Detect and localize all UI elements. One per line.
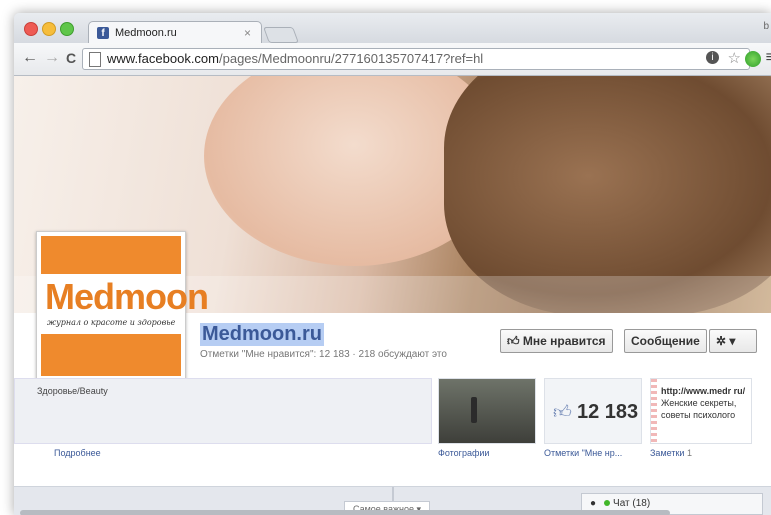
reload-button[interactable]: C bbox=[66, 50, 76, 66]
like-button[interactable]: 👍︎ Мне нравится bbox=[500, 329, 613, 353]
about-box: Здоровье/Beauty bbox=[14, 378, 432, 444]
tab-title: Medmoon.ru bbox=[115, 27, 177, 39]
browser-toolbar: ← → C www.facebook.com/pages/Medmoonru/2… bbox=[14, 43, 771, 76]
notes-tile[interactable]: http://www.medr ru/ Женские секреты, сов… bbox=[650, 378, 752, 444]
likes-tile[interactable]: 👍︎ 12 183 bbox=[544, 378, 642, 444]
notes-count: 1 bbox=[686, 448, 692, 458]
notes-stripe bbox=[651, 379, 657, 443]
logo-slogan: журнал о красоте и здоровье bbox=[47, 318, 176, 327]
new-tab-button[interactable] bbox=[263, 27, 299, 43]
bookmark-star-icon[interactable]: ☆ bbox=[728, 49, 741, 67]
zoom-window-button[interactable] bbox=[60, 22, 74, 36]
menu-icon[interactable]: ≡ bbox=[766, 49, 771, 67]
facebook-favicon-icon: f bbox=[97, 27, 109, 39]
thumbs-up-icon: 👍︎ bbox=[507, 334, 520, 348]
horizontal-scrollbar[interactable] bbox=[20, 510, 670, 515]
browser-window: f Medmoon.ru × b ← → C www.facebook.com/… bbox=[14, 13, 771, 515]
minimize-window-button[interactable] bbox=[42, 22, 56, 36]
info-row: Здоровье/Beauty Подробнее Фотографии 👍︎ … bbox=[14, 378, 771, 486]
address-bar[interactable]: www.facebook.com/pages/Medmoonru/2771601… bbox=[82, 48, 750, 70]
tab-close-icon[interactable]: × bbox=[244, 26, 251, 40]
page-icon bbox=[89, 52, 101, 67]
forward-button[interactable]: → bbox=[44, 49, 60, 67]
logo-bottom-band bbox=[41, 334, 181, 376]
url-text[interactable]: www.facebook.com/pages/Medmoonru/2771601… bbox=[107, 51, 483, 66]
person-icon: ● bbox=[590, 498, 597, 509]
page-title[interactable]: Medmoon.ru bbox=[200, 323, 324, 346]
logo-top-band bbox=[41, 236, 181, 274]
page-category: Здоровье/Beauty bbox=[37, 386, 108, 396]
url-host: www.facebook.com bbox=[107, 51, 219, 66]
browser-tab[interactable]: f Medmoon.ru × bbox=[88, 21, 262, 44]
chat-label: Чат (18) bbox=[613, 498, 651, 509]
likes-count: 12 183 bbox=[577, 401, 639, 423]
page-stats: Отметки "Мне нравится": 12 183 · 218 обс… bbox=[200, 349, 447, 360]
photos-tile[interactable] bbox=[438, 378, 536, 444]
photos-label[interactable]: Фотографии bbox=[438, 448, 489, 458]
logo-text: Medmoon bbox=[45, 276, 209, 317]
url-path: /pages/Medmoonru/277160135707417?ref=hl bbox=[219, 51, 484, 66]
back-button[interactable]: ← bbox=[22, 49, 38, 67]
message-button[interactable]: Сообщение bbox=[624, 329, 707, 353]
notes-line2: советы психолого bbox=[661, 410, 736, 420]
close-window-button[interactable] bbox=[24, 22, 38, 36]
thumbs-up-icon: 👍︎ bbox=[553, 402, 572, 422]
notes-preview: http://www.medr ru/ Женские секреты, сов… bbox=[661, 385, 745, 421]
likes-label[interactable]: Отметки "Мне нр... bbox=[544, 448, 622, 458]
profile-picture[interactable]: Medmoon журнал о красоте и здоровье bbox=[36, 231, 209, 381]
extension-icon[interactable] bbox=[745, 51, 761, 67]
facebook-page: Medmoon.ru Отметки "Мне нравится": 12 18… bbox=[14, 76, 771, 515]
tab-strip: f Medmoon.ru × b bbox=[14, 13, 771, 44]
info-icon[interactable]: i bbox=[706, 51, 719, 64]
profile-corner-text: b bbox=[763, 21, 769, 32]
notes-label: Заметки bbox=[650, 448, 685, 458]
more-link[interactable]: Подробнее bbox=[54, 448, 101, 458]
notes-line1: Женские секреты, bbox=[661, 398, 737, 408]
gear-menu-button[interactable]: ✲ ▾ bbox=[709, 329, 757, 353]
timeline-line bbox=[392, 487, 394, 501]
like-button-label: Мне нравится bbox=[522, 334, 606, 348]
notes-url: http://www.medr ru/ bbox=[661, 386, 746, 396]
photo-figure bbox=[471, 397, 477, 423]
notes-label-wrap[interactable]: Заметки 1 bbox=[650, 448, 692, 458]
online-dot-icon bbox=[604, 500, 611, 506]
